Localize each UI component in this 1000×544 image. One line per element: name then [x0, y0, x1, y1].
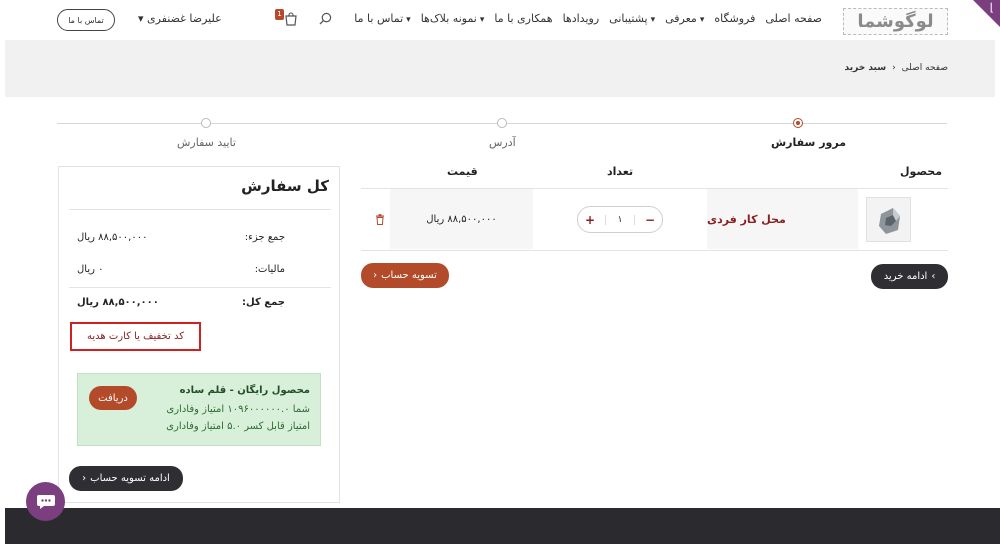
minus-icon[interactable]: − [645, 213, 655, 227]
step-label-confirm[interactable]: تایید سفارش [177, 136, 236, 149]
step-label-address[interactable]: آدرس [489, 136, 516, 149]
summary-divider [69, 287, 331, 288]
product-name-link[interactable]: محل کار فردی [707, 189, 858, 249]
product-image[interactable] [866, 197, 911, 242]
quantity-input[interactable]: ۱ [605, 214, 635, 225]
chevron-down-icon: ▾ [138, 12, 144, 25]
column-header-product: محصول [900, 165, 943, 178]
user-name: علیرضا غضنفری [147, 12, 222, 25]
chevron-right-icon: › [931, 271, 936, 282]
product-thumbnail-icon [879, 208, 900, 234]
chevron-left-icon: ‹ [82, 473, 87, 484]
step-dot-review [793, 118, 803, 128]
breadcrumb: صفحه اصلی ‹ سبد خرید [845, 63, 948, 73]
total-row: جمع کل: ۸۸,۵۰۰,۰۰۰ ریال [77, 297, 285, 308]
tax-value: ۰ ریال [77, 264, 104, 275]
cart-count-badge: 1 [275, 9, 284, 20]
total-label: جمع کل: [242, 297, 285, 308]
step-label-review[interactable]: مرور سفارش [771, 136, 846, 149]
nav-item-blocks[interactable]: نمونه بلاک‌ها [421, 12, 485, 25]
plus-icon[interactable]: + [585, 213, 595, 227]
nav-item-events[interactable]: رویدادها [563, 12, 600, 25]
checkout-button[interactable]: تسویه حساب ‹ [361, 263, 449, 288]
subtotal-value: ۸۸,۵۰۰,۰۰۰ ریال [77, 232, 148, 243]
coupon-code-link[interactable]: کد تخفیف یا کارت هدیه [70, 322, 201, 351]
claim-reward-button[interactable]: دریافت [89, 386, 137, 410]
quantity-stepper[interactable]: + ۱ − [577, 206, 663, 233]
continue-shopping-button[interactable]: › ادامه خرید [871, 264, 948, 289]
tax-row: مالیات: ۰ ریال [77, 264, 285, 275]
subtotal-row: جمع جزء: ۸۸,۵۰۰,۰۰۰ ریال [77, 232, 285, 243]
nav-item-about[interactable]: معرفی [665, 12, 704, 25]
breadcrumb-current: سبد خرید [844, 63, 887, 73]
continue-checkout-button[interactable]: ادامه تسویه حساب ‹ [69, 466, 183, 491]
site-footer [5, 508, 1000, 544]
nav-item-home[interactable]: صفحه اصلی [765, 12, 822, 25]
chevron-left-icon: ‹ [892, 63, 896, 73]
reward-title: محصول رایگان - قلم ساده [179, 385, 310, 396]
search-icon[interactable] [319, 12, 332, 25]
order-summary-panel: کل سفارش جمع جزء: ۸۸,۵۰۰,۰۰۰ ریال مالیات… [58, 166, 340, 503]
step-dot-confirm [201, 118, 211, 128]
site-header: لوگوشما صفحه اصلی فروشگاه معرفی پشتیبانی… [0, 0, 1000, 40]
nav-item-support[interactable]: پشتیبانی [609, 12, 655, 25]
nav-item-cooperate[interactable]: همکاری با ما [494, 12, 552, 25]
chat-icon [36, 494, 55, 509]
contact-us-button[interactable]: تماس با ما [57, 9, 115, 31]
product-price: ۸۸,۵۰۰,۰۰۰ ریال [390, 189, 533, 249]
trash-icon[interactable] [375, 214, 385, 225]
chevron-left-icon: ‹ [373, 270, 378, 281]
subtotal-label: جمع جزء: [244, 232, 285, 243]
column-header-price: قیمت [447, 165, 478, 178]
tax-label: مالیات: [254, 264, 285, 275]
cart-icon[interactable] [284, 12, 298, 26]
table-row-divider [361, 250, 948, 251]
user-menu[interactable]: علیرضا غضنفری ▾ [138, 12, 222, 25]
reward-points-balance: شما ۱۰۹۶۰۰۰۰۰۰.۰ امتیاز وفاداری [166, 404, 310, 415]
live-chat-button[interactable] [26, 482, 65, 521]
nav-item-contact[interactable]: تماس با ما [354, 12, 410, 25]
summary-divider [69, 209, 331, 210]
nav-item-shop[interactable]: فروشگاه [714, 12, 755, 25]
step-dot-address [497, 118, 507, 128]
total-value: ۸۸,۵۰۰,۰۰۰ ریال [77, 297, 159, 308]
order-summary-title: کل سفارش [241, 177, 329, 195]
reward-points-cost: امتیاز قابل کسر ۵.۰ امتیاز وفاداری [166, 421, 310, 432]
breadcrumb-home[interactable]: صفحه اصلی [902, 63, 948, 73]
main-nav: صفحه اصلی فروشگاه معرفی پشتیبانی رویداده… [354, 12, 822, 25]
site-logo[interactable]: لوگوشما [843, 8, 948, 35]
column-header-quantity: تعداد [607, 165, 634, 178]
loyalty-reward-box: محصول رایگان - قلم ساده شما ۱۰۹۶۰۰۰۰۰۰.۰… [77, 373, 321, 446]
